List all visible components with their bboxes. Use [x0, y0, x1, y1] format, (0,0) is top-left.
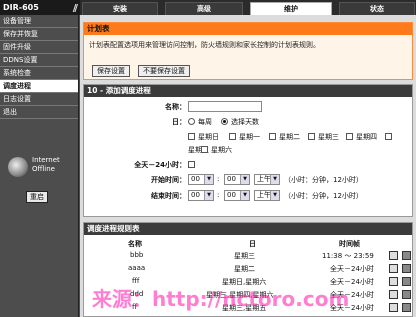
start-time-label: 开始时间： — [151, 176, 186, 184]
sidebar-item-save-restore[interactable]: 保存并恢复 — [0, 28, 78, 41]
trash-icon[interactable] — [402, 277, 411, 286]
sidebar-item-device-admin[interactable]: 设备管理 — [0, 15, 78, 28]
logo: DIR-605 // — [0, 0, 80, 15]
day-label-thu: 星期四 — [356, 133, 377, 141]
status-line-internet: Internet — [32, 156, 60, 164]
day-label-sun: 星期日 — [198, 133, 219, 141]
day-checkbox-wed[interactable] — [308, 133, 315, 140]
time-colon: : — [217, 175, 220, 183]
watermark-text: 来源：http://nctoro.com — [92, 287, 350, 311]
weekly-radio[interactable] — [188, 118, 195, 125]
select-days-label: 选择天数 — [231, 118, 259, 126]
day-checkbox-sun[interactable] — [188, 133, 195, 140]
sidebar-item-log-settings[interactable]: 日志设置 — [0, 93, 78, 106]
trash-icon[interactable] — [402, 303, 411, 312]
reboot-button[interactable]: 重启 — [26, 191, 48, 203]
end-minute-select[interactable]: 00 ▼ — [224, 190, 250, 201]
start-time-hint: （小时：分钟，12小时） — [284, 176, 363, 184]
sidebar-item-logout[interactable]: 退出 — [0, 106, 78, 119]
start-minute-select[interactable]: 00 ▼ — [224, 174, 250, 185]
sidebar: 设备管理 保存并恢复 固件升级 DDNS设置 系统检查 调度进程 日志设置 退出… — [0, 15, 79, 317]
sidebar-item-firmware[interactable]: 固件升级 — [0, 41, 78, 54]
day-checkbox-fri[interactable] — [385, 133, 392, 140]
allday-checkbox[interactable] — [188, 161, 195, 168]
row-day: 星期二 — [234, 265, 255, 273]
end-time-label: 结束时间： — [151, 192, 186, 200]
chevron-down-icon: ▼ — [270, 175, 279, 184]
end-ampm-select[interactable]: 上午 ▼ — [254, 190, 280, 201]
time-colon: : — [217, 191, 220, 199]
start-ampm-value: 上午 — [257, 175, 271, 183]
row-time: 11:38 ～ 23:59 — [322, 252, 374, 260]
day-label-sat: 星期六 — [211, 146, 232, 154]
column-header-day: 日 — [249, 240, 256, 248]
column-header-time: 时间帧 — [339, 240, 360, 248]
start-minute-value: 00 — [227, 175, 236, 183]
schedule-name-input[interactable] — [188, 101, 262, 112]
start-hour-value: 00 — [191, 175, 200, 183]
tab-advanced[interactable]: 高级 — [165, 2, 243, 15]
start-ampm-select[interactable]: 上午 ▼ — [254, 174, 280, 185]
sidebar-item-ddns[interactable]: DDNS设置 — [0, 54, 78, 67]
tab-maintenance[interactable]: 维护 — [250, 2, 332, 15]
chevron-down-icon: ▼ — [240, 191, 249, 200]
start-hour-select[interactable]: 00 ▼ — [188, 174, 214, 185]
end-hour-select[interactable]: 00 ▼ — [188, 190, 214, 201]
day-label-wed: 星期三 — [318, 133, 339, 141]
main-content: 计划表 计划表配置选项用来管理访问控制，防火墙规则和家长控制的计划表规则。 保存… — [80, 15, 416, 317]
trash-icon[interactable] — [402, 264, 411, 273]
select-days-radio[interactable] — [221, 118, 228, 125]
end-hour-value: 00 — [191, 191, 200, 199]
row-name: aaaa — [128, 264, 146, 272]
schedule-intro-description: 计划表配置选项用来管理访问控制，防火墙规则和家长控制的计划表规则。 — [89, 41, 320, 49]
row-name: bbb — [130, 251, 144, 259]
day-label: 日： — [172, 118, 186, 126]
tab-setup[interactable]: 安装 — [82, 2, 158, 15]
schedule-intro-title: 计划表 — [84, 23, 412, 35]
allday-label: 全天－24小时： — [134, 161, 186, 169]
day-checkbox-tue[interactable] — [269, 133, 276, 140]
row-day: 星期三 — [234, 252, 255, 260]
chevron-down-icon: ▼ — [270, 191, 279, 200]
day-checkbox-sat[interactable] — [201, 146, 208, 153]
chevron-down-icon: ▼ — [204, 191, 213, 200]
sidebar-item-system-check[interactable]: 系统检查 — [0, 67, 78, 80]
tab-status[interactable]: 状态 — [339, 2, 415, 15]
schedule-intro-panel: 计划表 计划表配置选项用来管理访问控制，防火墙规则和家长控制的计划表规则。 保存… — [83, 22, 413, 80]
end-time-hint: （小时：分钟，12小时） — [284, 192, 363, 200]
globe-icon — [8, 157, 28, 177]
logo-text: DIR-605 — [3, 3, 39, 12]
row-time: 全天－24小时 — [330, 265, 374, 273]
dont-save-button[interactable]: 不要保存设置 — [138, 65, 190, 77]
save-settings-button[interactable]: 保存设置 — [92, 65, 130, 77]
edit-icon[interactable] — [389, 290, 398, 299]
trash-icon[interactable] — [402, 290, 411, 299]
weekly-label: 每周 — [198, 118, 212, 126]
schedule-list-title: 调度进程规则表 — [84, 223, 412, 235]
chevron-down-icon: ▼ — [204, 175, 213, 184]
sidebar-item-schedules[interactable]: 调度进程 — [0, 80, 78, 93]
logo-slash-icon: // — [72, 3, 79, 14]
internet-status: Internet Offline — [6, 155, 76, 181]
top-bar: DIR-605 // 安装 高级 维护 状态 — [0, 0, 416, 15]
name-label: 名称： — [165, 103, 186, 111]
end-minute-value: 00 — [227, 191, 236, 199]
table-row: aaaa 星期二 全天－24小时 — [84, 263, 414, 275]
chevron-down-icon: ▼ — [240, 175, 249, 184]
day-checkbox-mon[interactable] — [229, 133, 236, 140]
add-schedule-title: 10 - 添加调度进程 — [84, 85, 412, 97]
day-label-tue: 星期二 — [279, 133, 300, 141]
edit-icon[interactable] — [389, 277, 398, 286]
edit-icon[interactable] — [389, 303, 398, 312]
add-schedule-panel: 10 - 添加调度进程 名称： 日： 每周 选择天数 星期日 星期一 星期二 星… — [83, 84, 413, 217]
edit-icon[interactable] — [389, 251, 398, 260]
column-header-name: 名称 — [128, 240, 142, 248]
edit-icon[interactable] — [389, 264, 398, 273]
table-row: bbb 星期三 11:38 ～ 23:59 — [84, 250, 414, 262]
trash-icon[interactable] — [402, 251, 411, 260]
end-ampm-value: 上午 — [257, 191, 271, 199]
status-line-offline: Offline — [32, 165, 55, 173]
day-label-mon: 星期一 — [239, 133, 260, 141]
day-checkbox-thu[interactable] — [346, 133, 353, 140]
